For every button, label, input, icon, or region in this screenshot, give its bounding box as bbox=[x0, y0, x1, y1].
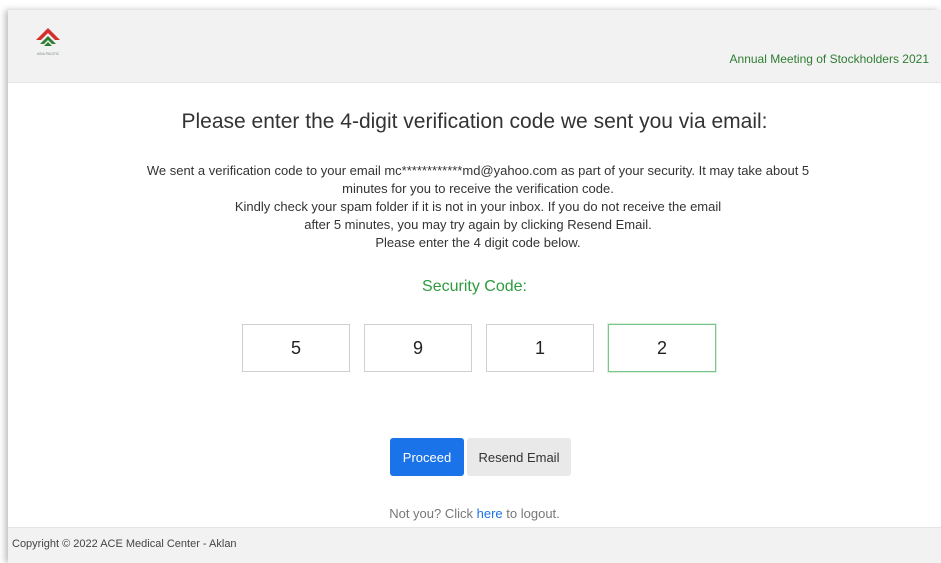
code-digit-3-input[interactable] bbox=[486, 324, 594, 372]
message-line: We sent a verification code to your emai… bbox=[146, 163, 810, 178]
code-digit-2-input[interactable] bbox=[364, 324, 472, 372]
logout-prompt: Not you? Click here to logout. bbox=[8, 506, 941, 521]
logo-icon bbox=[36, 28, 60, 46]
top-bar: ASIA PACIFIC Annual Meeting of Stockhold… bbox=[8, 10, 941, 83]
logo-text: ASIA PACIFIC bbox=[36, 52, 60, 56]
footer: Copyright © 2022 ACE Medical Center - Ak… bbox=[8, 527, 941, 563]
message-line: Kindly check your spam folder if it is n… bbox=[234, 199, 722, 214]
action-buttons: Proceed Resend Email bbox=[390, 438, 590, 476]
instruction-message: We sent a verification code to your emai… bbox=[108, 162, 848, 252]
code-digit-4-input[interactable] bbox=[608, 324, 716, 372]
message-line: Please enter the 4 digit code below. bbox=[375, 235, 581, 250]
verification-panel: Please enter the 4-digit verification co… bbox=[8, 82, 941, 527]
browser-frame: ASIA PACIFIC Annual Meeting of Stockhold… bbox=[8, 10, 941, 563]
logout-link[interactable]: here bbox=[477, 506, 503, 521]
resend-email-button[interactable]: Resend Email bbox=[467, 438, 571, 476]
event-title: Annual Meeting of Stockholders 2021 bbox=[729, 52, 929, 66]
company-logo: ASIA PACIFIC bbox=[26, 26, 70, 70]
code-inputs bbox=[242, 324, 718, 374]
page-title: Please enter the 4-digit verification co… bbox=[181, 110, 768, 133]
copyright-text: Copyright © 2022 ACE Medical Center - Ak… bbox=[12, 538, 237, 550]
logout-suffix: to logout. bbox=[506, 506, 560, 521]
proceed-button[interactable]: Proceed bbox=[390, 438, 464, 476]
code-digit-1-input[interactable] bbox=[242, 324, 350, 372]
logout-prefix: Not you? Click bbox=[389, 506, 474, 521]
message-line: minutes for you to receive the verificat… bbox=[342, 181, 614, 196]
security-code-label: Security Code: bbox=[422, 278, 527, 295]
message-line: after 5 minutes, you may try again by cl… bbox=[304, 217, 652, 232]
